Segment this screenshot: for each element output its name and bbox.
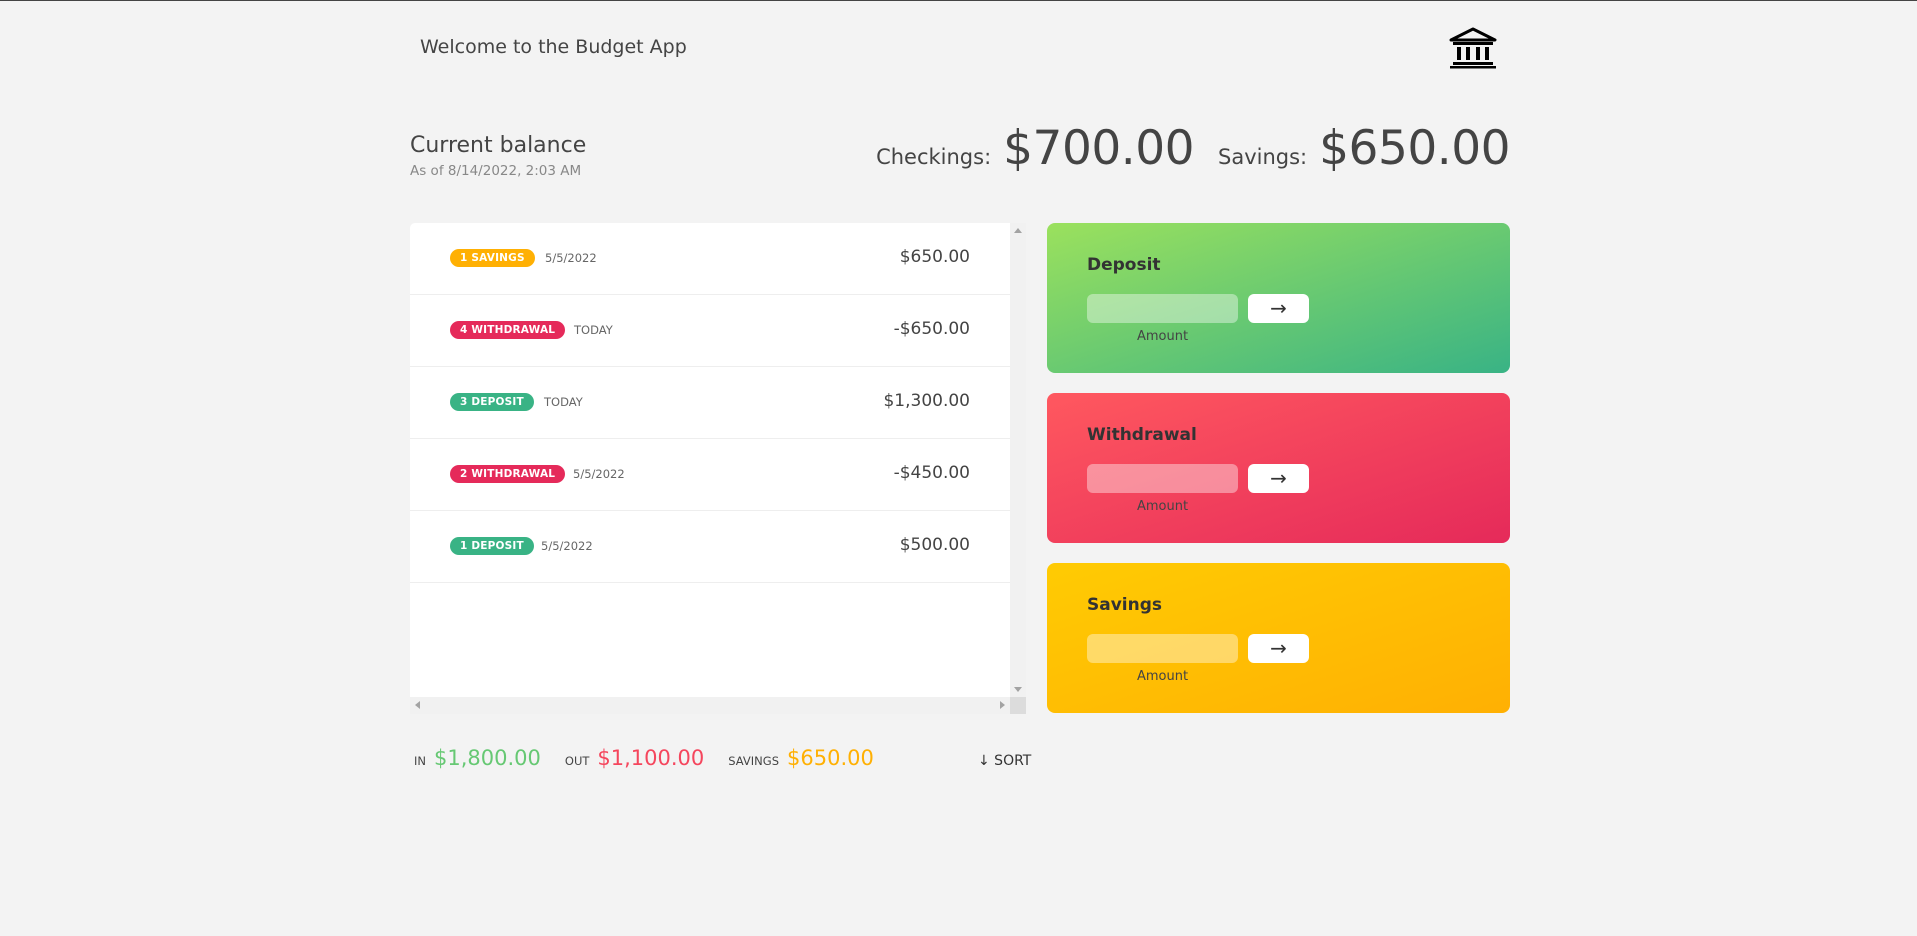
scroll-left-icon[interactable] [415,701,420,709]
movement-value: -$450.00 [893,463,970,483]
movement-row: 1 SAVINGS 5/5/2022 $650.00 [410,223,1010,295]
deposit-submit-button[interactable]: → [1248,294,1309,323]
movement-type-badge: 3 DEPOSIT [450,393,534,411]
vertical-scrollbar[interactable] [1010,223,1026,697]
movement-row: 4 WITHDRAWAL TODAY -$650.00 [410,295,1010,367]
balance-section: Current balance As of 8/14/2022, 2:03 AM… [410,121,1510,191]
summary-in-label: IN [414,754,426,768]
movement-type-badge: 4 WITHDRAWAL [450,321,566,339]
movement-value: $650.00 [899,247,970,267]
savings-title: Savings [1087,595,1163,615]
deposit-form: Deposit → Amount [1047,223,1510,373]
movement-row: 3 DEPOSIT TODAY $1,300.00 [410,367,1010,439]
withdrawal-amount-input[interactable] [1087,464,1238,493]
savings-submit-button[interactable]: → [1248,634,1309,663]
movement-date: 5/5/2022 [545,251,597,265]
horizontal-scrollbar[interactable] [410,697,1010,714]
withdrawal-amount-label: Amount [1136,499,1189,514]
scrollbar-corner [1010,697,1026,714]
summary-out-label: OUT [564,754,590,768]
withdrawal-title: Withdrawal [1087,425,1197,445]
movement-value: $500.00 [899,535,970,555]
movement-value: $1,300.00 [883,391,970,411]
movements-list[interactable]: 1 SAVINGS 5/5/2022 $650.00 4 WITHDRAWAL … [410,223,1026,714]
savings-label: Savings: [1218,145,1308,169]
current-balance-title: Current balance [410,133,587,158]
movement-type-badge: 2 WITHDRAWAL [450,465,566,483]
deposit-title: Deposit [1087,255,1161,275]
scroll-up-icon[interactable] [1014,228,1022,233]
movement-date: TODAY [544,395,583,409]
withdrawal-submit-button[interactable]: → [1248,464,1309,493]
top-nav: Welcome to the Budget App [420,27,1498,74]
sort-button[interactable]: ↓ SORT [978,753,1031,769]
summary-in-value: $1,800.00 [434,746,541,770]
deposit-amount-label: Amount [1136,329,1189,344]
summary-savings-value: $650.00 [787,746,874,770]
summary: IN $1,800.00 OUT $1,100.00 SAVINGS $650.… [414,746,898,776]
welcome-message: Welcome to the Budget App [420,36,687,58]
checkings-value: $700.00 [1003,121,1195,176]
summary-out-value: $1,100.00 [597,746,705,770]
movement-row: 1 DEPOSIT 5/5/2022 $500.00 [410,511,1010,583]
bank-icon [1449,27,1497,69]
movement-type-badge: 1 DEPOSIT [450,537,534,555]
movement-value: -$650.00 [893,319,970,339]
checkings-label: Checkings: [876,145,992,169]
summary-savings-label: SAVINGS [728,754,779,768]
savings-form: Savings → Amount [1047,563,1510,713]
deposit-amount-input[interactable] [1087,294,1238,323]
balance-date: As of 8/14/2022, 2:03 AM [410,163,582,179]
movement-date: 5/5/2022 [541,539,593,553]
movement-date: TODAY [574,323,613,337]
withdrawal-form: Withdrawal → Amount [1047,393,1510,543]
movement-row: 2 WITHDRAWAL 5/5/2022 -$450.00 [410,439,1010,511]
movement-type-badge: 1 SAVINGS [450,249,535,267]
balance-values: Checkings: $700.00 Savings: $650.00 [876,121,1510,176]
movement-date: 5/5/2022 [573,467,625,481]
savings-value: $650.00 [1319,121,1510,176]
savings-amount-label: Amount [1136,669,1189,684]
scroll-right-icon[interactable] [1000,701,1005,709]
savings-amount-input[interactable] [1087,634,1238,663]
scroll-down-icon[interactable] [1014,687,1022,692]
